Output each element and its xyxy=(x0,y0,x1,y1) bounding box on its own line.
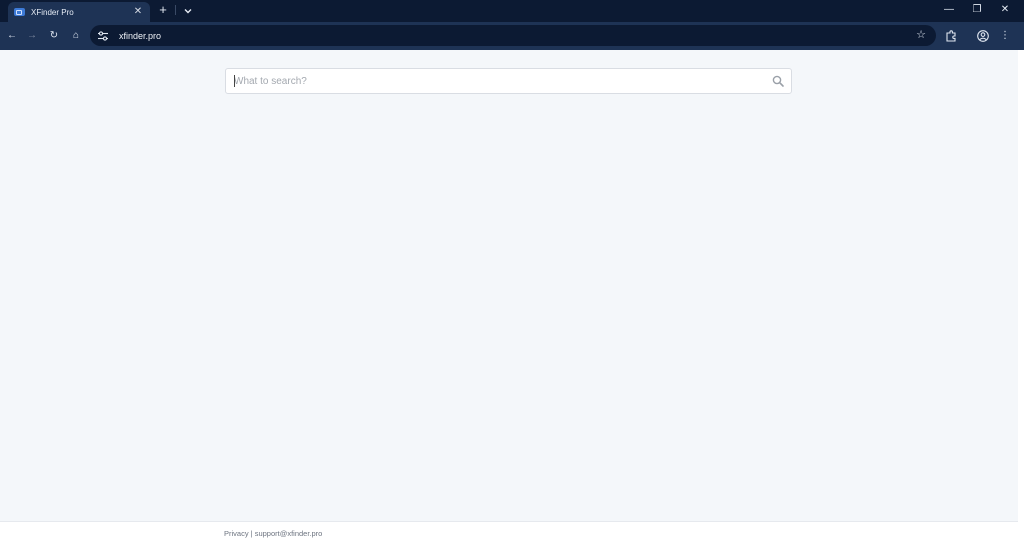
text-caret xyxy=(234,75,235,87)
back-button[interactable]: ← xyxy=(4,28,20,44)
url-text[interactable]: xfinder.pro xyxy=(119,31,161,41)
minimize-button[interactable]: — xyxy=(938,2,960,18)
reload-button[interactable]: ↻ xyxy=(46,28,62,44)
xfinder-favicon-icon xyxy=(14,8,25,16)
page-content xyxy=(0,50,1018,521)
browser-toolbar: ← → ↻ ⌂ xfinder.pro ☆ ⋮ xyxy=(0,22,1024,50)
restore-button[interactable]: ❐ xyxy=(966,2,988,18)
page-footer: Privacy | support@xfinder.pro xyxy=(0,521,1018,549)
chevron-down-icon[interactable] xyxy=(182,4,194,16)
tab-close-button[interactable]: ✕ xyxy=(132,6,144,18)
close-window-button[interactable]: ✕ xyxy=(994,2,1016,18)
forward-button[interactable]: → xyxy=(24,28,40,44)
tab-separator xyxy=(175,5,176,15)
account-circle-icon[interactable] xyxy=(975,28,991,44)
tab-xfinder-pro[interactable]: XFinder Pro ✕ xyxy=(8,2,150,22)
footer-links[interactable]: Privacy | support@xfinder.pro xyxy=(224,529,322,538)
browser-menu-button[interactable]: ⋮ xyxy=(997,28,1013,44)
tab-title: XFinder Pro xyxy=(31,7,74,17)
search-input[interactable] xyxy=(226,69,766,93)
tune-icon[interactable] xyxy=(96,29,110,43)
puzzle-icon[interactable] xyxy=(943,28,959,44)
search-box[interactable] xyxy=(225,68,792,94)
address-bar[interactable]: xfinder.pro ☆ xyxy=(90,25,936,46)
tab-strip: XFinder Pro ✕ + — ❐ ✕ xyxy=(0,0,1024,22)
search-icon[interactable] xyxy=(771,74,785,88)
bookmark-star-icon[interactable]: ☆ xyxy=(914,28,928,42)
home-button[interactable]: ⌂ xyxy=(68,28,84,44)
new-tab-button[interactable]: + xyxy=(156,3,170,17)
scrollbar-track[interactable] xyxy=(1018,50,1024,549)
